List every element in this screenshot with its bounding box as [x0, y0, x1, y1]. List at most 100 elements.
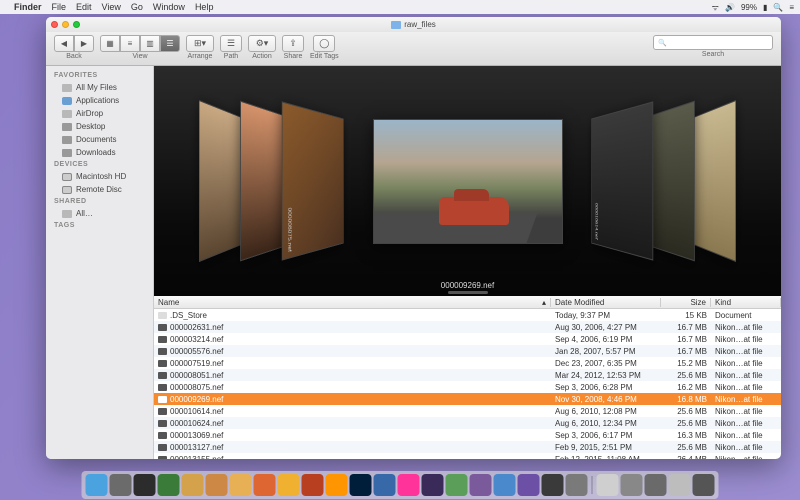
dock-app[interactable] [326, 474, 348, 496]
coverflow-item[interactable] [688, 100, 736, 262]
dock-app[interactable] [693, 474, 715, 496]
dock-app[interactable] [621, 474, 643, 496]
file-list: Name ▴ Date Modified Size Kind .DS_Store… [154, 296, 781, 459]
coverflow-view[interactable]: ☰ [160, 35, 180, 52]
coverflow-area[interactable]: 000008075.nef 000010614.nef 000009269.ne… [154, 66, 781, 296]
sidebar-item[interactable]: AirDrop [46, 107, 153, 120]
tags-button[interactable]: ◯ [313, 35, 335, 52]
list-header[interactable]: Name ▴ Date Modified Size Kind [154, 296, 781, 309]
dock-app[interactable] [302, 474, 324, 496]
sidebar-item[interactable]: All… [46, 207, 153, 220]
menu-view[interactable]: View [102, 2, 121, 12]
dock-app[interactable] [645, 474, 667, 496]
table-row[interactable]: 000005576.nefJan 28, 2007, 5:57 PM16.7 M… [154, 345, 781, 357]
dock-app[interactable] [566, 474, 588, 496]
file-icon [158, 384, 167, 391]
col-size[interactable]: Size [661, 298, 711, 307]
table-row[interactable]: 000010624.nefAug 6, 2010, 12:34 PM25.6 M… [154, 417, 781, 429]
notification-center-icon[interactable]: ≡ [789, 3, 794, 12]
view-switcher[interactable]: ▦ ≡ ▥ ☰ [100, 35, 180, 52]
battery-icon[interactable]: ▮ [763, 3, 767, 12]
table-row[interactable]: 000013155.nefFeb 12, 2015, 11:08 AM26.4 … [154, 453, 781, 459]
dock-app[interactable] [110, 474, 132, 496]
folder-icon [62, 123, 72, 131]
sidebar-item[interactable]: Downloads [46, 146, 153, 159]
list-view[interactable]: ≡ [120, 35, 140, 52]
dock-app[interactable] [158, 474, 180, 496]
dock-app[interactable] [86, 474, 108, 496]
sidebar-item[interactable]: Documents [46, 133, 153, 146]
back-forward[interactable]: ◀ ▶ [54, 35, 94, 52]
col-date[interactable]: Date Modified [551, 298, 661, 307]
table-row[interactable]: 000007519.nefDec 23, 2007, 6:35 PM15.2 M… [154, 357, 781, 369]
dock-app[interactable] [446, 474, 468, 496]
spotlight-icon[interactable]: 🔍 [773, 3, 783, 12]
dock-app[interactable] [182, 474, 204, 496]
volume-icon[interactable]: 🔊 [725, 3, 735, 12]
dock-app[interactable] [350, 474, 372, 496]
coverflow-selected[interactable] [373, 119, 563, 244]
dock-app[interactable] [518, 474, 540, 496]
dock-app[interactable] [542, 474, 564, 496]
menu-window[interactable]: Window [153, 2, 185, 12]
table-row[interactable]: 000008075.nefSep 3, 2006, 6:28 PM16.2 MB… [154, 381, 781, 393]
share-button[interactable]: ⇪ [282, 35, 304, 52]
path-button[interactable]: ☰ [220, 35, 242, 52]
sidebar-item[interactable]: Macintosh HD [46, 170, 153, 183]
dock-app[interactable] [470, 474, 492, 496]
sidebar-header: FAVORITES [46, 70, 153, 81]
close-button[interactable] [51, 21, 58, 28]
action-button[interactable]: ⚙▾ [248, 35, 276, 52]
arrange-button[interactable]: ⊞▾ [186, 35, 214, 52]
col-name[interactable]: Name ▴ [154, 298, 551, 307]
forward-button[interactable]: ▶ [74, 35, 94, 52]
file-icon [158, 372, 167, 379]
coverflow-item[interactable]: 000010614.nef [591, 101, 653, 260]
file-icon [158, 444, 167, 451]
dock-app[interactable] [278, 474, 300, 496]
sidebar-item[interactable]: Applications [46, 94, 153, 107]
menu-help[interactable]: Help [195, 2, 214, 12]
back-button[interactable]: ◀ [54, 35, 74, 52]
wifi-icon[interactable]: ᯤ [712, 2, 719, 13]
zoom-button[interactable] [73, 21, 80, 28]
dock-app[interactable] [134, 474, 156, 496]
coverflow-item[interactable]: 000008075.nef [282, 101, 344, 260]
dock-app[interactable] [669, 474, 691, 496]
dock-app[interactable] [374, 474, 396, 496]
sidebar-item[interactable]: All My Files [46, 81, 153, 94]
menu-edit[interactable]: Edit [76, 2, 92, 12]
menu-file[interactable]: File [52, 2, 67, 12]
icon-view[interactable]: ▦ [100, 35, 120, 52]
dock-app[interactable] [597, 474, 619, 496]
app-name[interactable]: Finder [14, 2, 42, 12]
column-view[interactable]: ▥ [140, 35, 160, 52]
folder-icon [62, 136, 72, 144]
table-row[interactable]: 000009269.nefNov 30, 2008, 4:46 PM16.8 M… [154, 393, 781, 405]
table-row[interactable]: 000008051.nefMar 24, 2012, 12:53 PM25.6 … [154, 369, 781, 381]
dock-app[interactable] [254, 474, 276, 496]
file-icon [158, 348, 167, 355]
table-row[interactable]: .DS_StoreToday, 9:37 PM15 KBDocument [154, 309, 781, 321]
search-input[interactable] [653, 35, 773, 50]
disk-icon [62, 186, 72, 194]
col-kind[interactable]: Kind [711, 298, 781, 307]
dock-app[interactable] [494, 474, 516, 496]
dock-app[interactable] [206, 474, 228, 496]
dock-app[interactable] [422, 474, 444, 496]
sidebar-item[interactable]: Remote Disc [46, 183, 153, 196]
dock-app[interactable] [398, 474, 420, 496]
all-icon [62, 110, 72, 118]
minimize-button[interactable] [62, 21, 69, 28]
menu-go[interactable]: Go [131, 2, 143, 12]
dock-app[interactable] [230, 474, 252, 496]
window-titlebar[interactable]: raw_files [46, 17, 781, 32]
table-row[interactable]: 000013069.nefSep 3, 2006, 6:17 PM16.3 MB… [154, 429, 781, 441]
table-row[interactable]: 000003214.nefSep 4, 2006, 6:19 PM16.7 MB… [154, 333, 781, 345]
coverflow-scrubber[interactable] [448, 291, 488, 294]
sidebar-item[interactable]: Desktop [46, 120, 153, 133]
table-row[interactable]: 000010614.nefAug 6, 2010, 12:08 PM25.6 M… [154, 405, 781, 417]
file-icon [158, 456, 167, 460]
table-row[interactable]: 000013127.nefFeb 9, 2015, 2:51 PM25.6 MB… [154, 441, 781, 453]
table-row[interactable]: 000002631.nefAug 30, 2006, 4:27 PM16.7 M… [154, 321, 781, 333]
